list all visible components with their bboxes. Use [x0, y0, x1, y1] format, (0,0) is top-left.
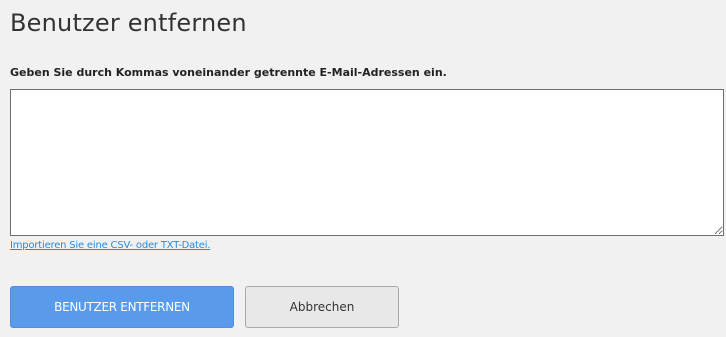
remove-users-dialog: Benutzer entfernen Geben Sie durch Komma… — [0, 0, 726, 337]
import-csv-txt-link[interactable]: Importieren Sie eine CSV- oder TXT-Datei… — [10, 240, 210, 251]
cancel-button[interactable]: Abbrechen — [245, 286, 399, 328]
email-instruction-label: Geben Sie durch Kommas voneinander getre… — [10, 66, 447, 79]
dialog-title: Benutzer entfernen — [10, 9, 247, 37]
remove-users-button[interactable]: BENUTZER ENTFERNEN — [10, 286, 234, 328]
email-addresses-textarea[interactable] — [10, 89, 724, 236]
